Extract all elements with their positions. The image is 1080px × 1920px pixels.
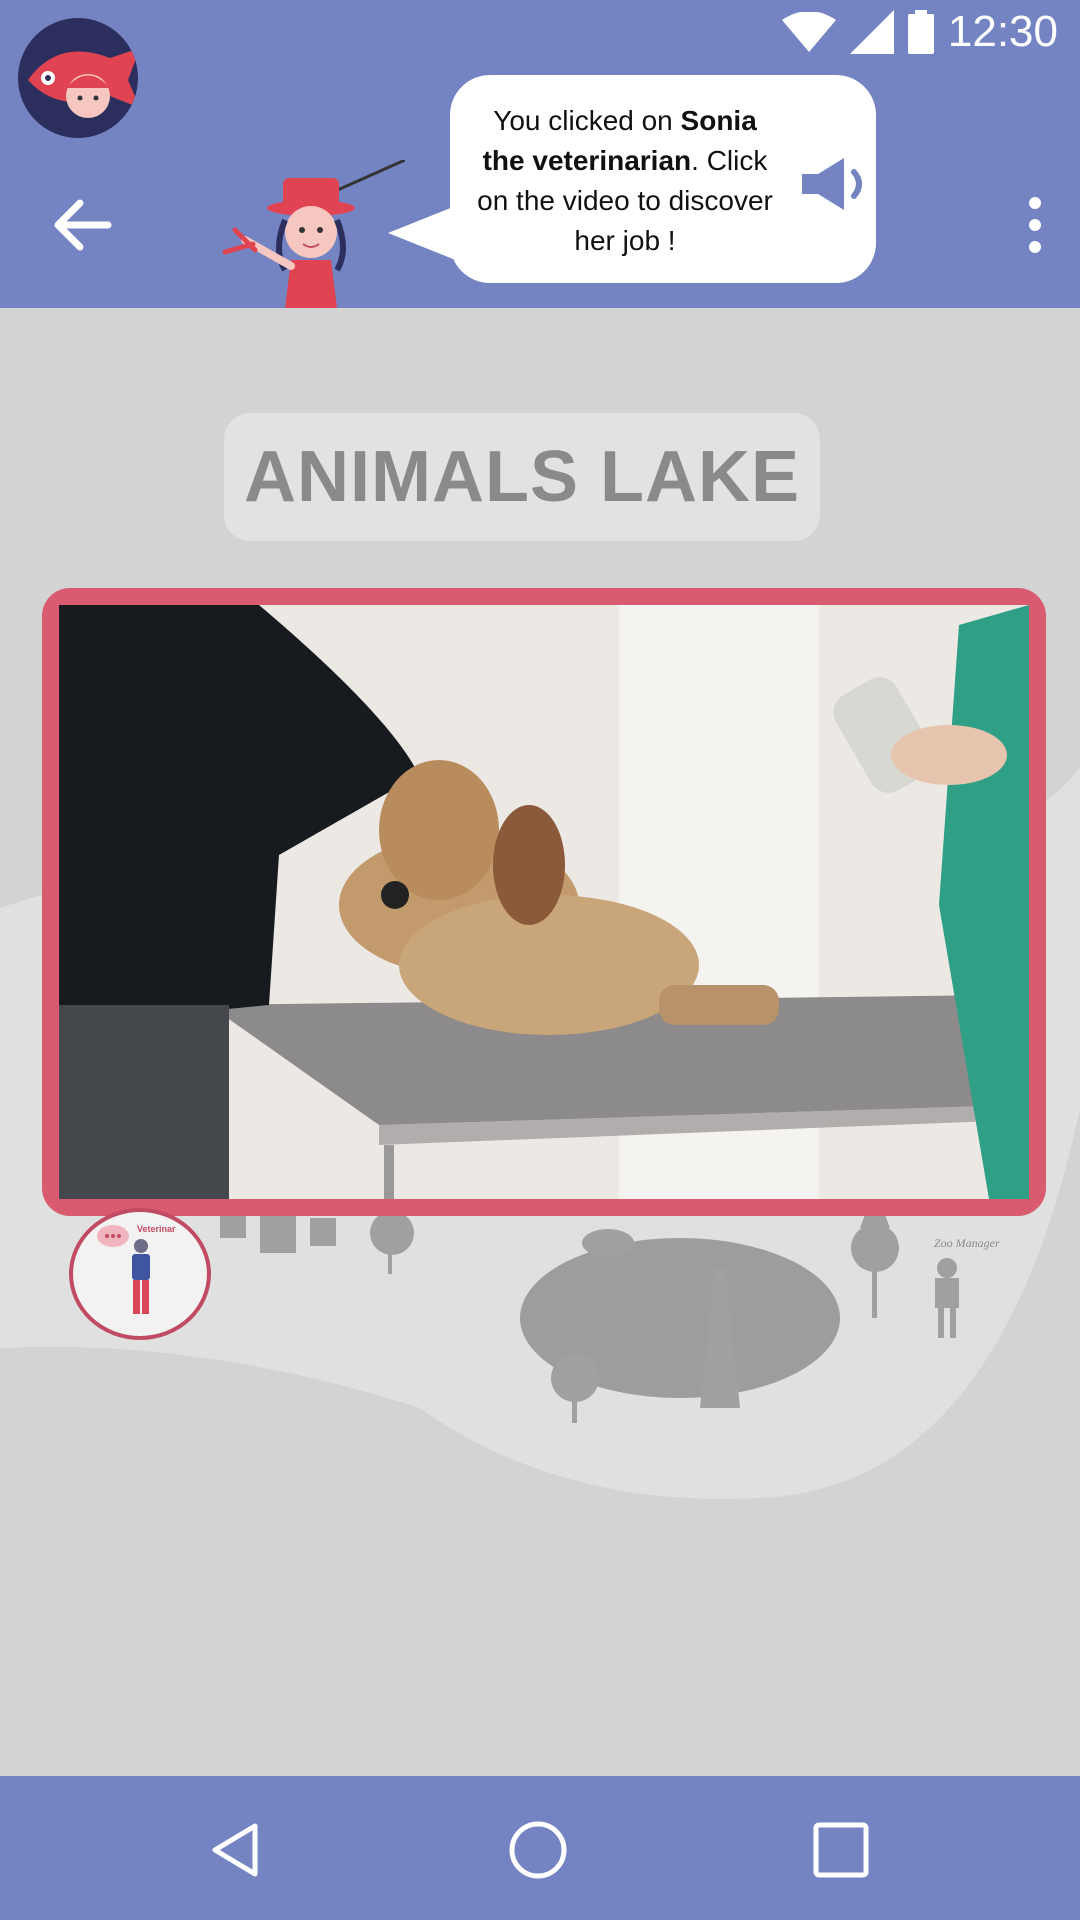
- battery-icon: [907, 10, 934, 54]
- nav-back-icon: [212, 1823, 258, 1877]
- video-thumbnail: [59, 605, 1029, 1199]
- zoo-manager-label: Zoo Manager: [934, 1236, 1000, 1250]
- speaker-icon[interactable]: [800, 154, 872, 214]
- character-thumb-label: Veterinar: [137, 1224, 176, 1234]
- system-navigation-bar: [0, 1776, 1080, 1920]
- nav-back-button[interactable]: [185, 1800, 285, 1900]
- overflow-menu-icon[interactable]: [1020, 195, 1050, 255]
- app-header: 12:30 You clicked on Sonia the veterinar…: [0, 0, 1080, 308]
- map-title-sign: ANIMALS LAKE: [224, 413, 820, 541]
- wifi-icon: [781, 12, 836, 52]
- status-bar: 12:30: [781, 0, 1080, 64]
- video-player[interactable]: [59, 605, 1029, 1199]
- map-title: ANIMALS LAKE: [244, 437, 800, 517]
- speech-bubble-tail: [388, 205, 458, 261]
- status-time: 12:30: [947, 7, 1058, 56]
- mascot-illustration: [222, 160, 405, 308]
- nav-home-button[interactable]: [488, 1800, 588, 1900]
- app-logo[interactable]: [18, 18, 138, 138]
- bubble-prefix: You clicked on: [493, 105, 681, 136]
- bubble-period: .: [691, 145, 699, 176]
- character-thumbnail-veterinarian[interactable]: Veterinar: [69, 1208, 211, 1340]
- nav-recents-button[interactable]: [791, 1800, 891, 1900]
- signal-icon: [849, 10, 894, 54]
- back-arrow-icon[interactable]: [48, 190, 118, 260]
- nav-recents-icon: [813, 1822, 869, 1878]
- nav-home-icon: [509, 1821, 567, 1879]
- video-frame[interactable]: [42, 588, 1046, 1216]
